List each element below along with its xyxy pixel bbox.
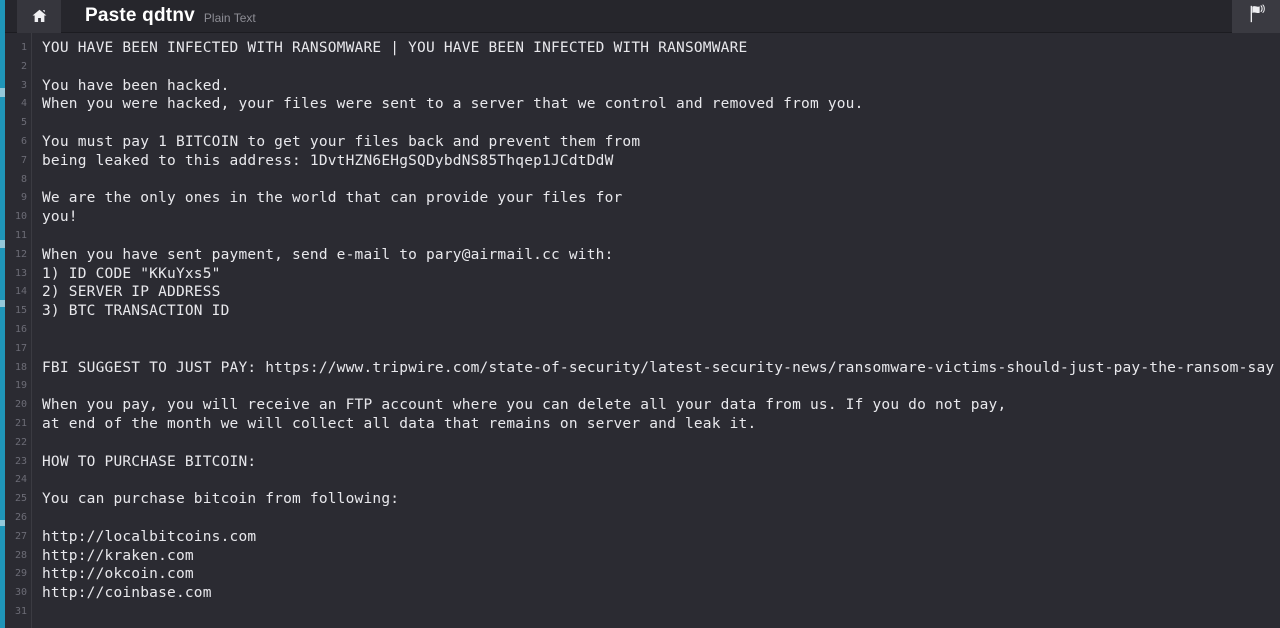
paste-text[interactable]: YOU HAVE BEEN INFECTED WITH RANSOMWARE |… [32,33,1280,628]
line-number: 26 [14,511,27,523]
line-number: 3 [20,79,27,91]
paste-viewer-window: Paste qdtnv Plain Text 1 2 3 4 5 6 7 8 9 10 11 12 13… [0,0,1280,628]
home-icon [31,8,48,24]
left-accent-rail[interactable] [0,0,5,628]
line-number: 7 [20,154,27,166]
code-line: You must pay 1 BITCOIN to get your files… [42,133,641,150]
top-bar: Paste qdtnv Plain Text [0,0,1280,33]
code-line: http://coinbase.com [42,585,212,602]
home-button[interactable] [17,0,61,33]
line-number: 20 [14,399,27,411]
line-number: 2 [20,60,27,72]
line-number: 21 [14,417,27,429]
code-table: 1 2 3 4 5 6 7 8 9 10 11 12 13 14 15 16 17 18 19 20 21 22 23 24 2… [5,33,1280,628]
line-number: 22 [14,436,27,448]
code-line: You have been hacked. [42,77,230,94]
top-bar-actions [1232,0,1280,33]
code-line: FBI SUGGEST TO JUST PAY: https://www.tri… [42,359,1275,376]
line-number: 4 [20,98,27,110]
paste-content-area[interactable]: 1 2 3 4 5 6 7 8 9 10 11 12 13 14 15 16 17 18 19 20 21 22 23 24 2… [5,33,1280,628]
line-number: 5 [20,117,27,129]
line-number: 9 [20,192,27,204]
rail-marker [0,88,5,97]
line-number: 12 [14,248,27,260]
rail-marker [0,520,5,526]
line-number: 29 [14,568,27,580]
page-title: Paste qdtnv [85,5,195,26]
line-number: 30 [14,587,27,599]
code-line: You can purchase bitcoin from following: [42,491,400,508]
code-line: at end of the month we will collect all … [42,415,757,432]
code-line: 1) ID CODE "KKuYxs5" [42,265,221,282]
line-number: 25 [14,493,27,505]
line-number: 27 [14,530,27,542]
rail-marker [0,300,5,307]
code-line: 3) BTC TRANSACTION ID [42,303,230,320]
line-number: 24 [14,474,27,486]
line-number: 15 [14,305,27,317]
line-number-gutter: 1 2 3 4 5 6 7 8 9 10 11 12 13 14 15 16 17 18 19 20 21 22 23 24 2… [5,33,32,628]
line-number: 6 [20,135,27,147]
flag-icon [1246,4,1266,29]
code-line: When you pay, you will receive an FTP ac… [42,397,1007,414]
line-number: 11 [14,229,27,241]
line-number: 8 [20,173,27,185]
code-line: HOW TO PURCHASE BITCOIN: [42,453,257,470]
line-number: 13 [14,267,27,279]
line-number: 14 [14,286,27,298]
line-number: 31 [14,605,27,617]
code-line: you! [42,209,78,226]
code-line: YOU HAVE BEEN INFECTED WITH RANSOMWARE |… [42,40,748,56]
line-number: 18 [14,361,27,373]
line-number: 19 [14,380,27,392]
line-number: 10 [14,211,27,223]
code-line: 2) SERVER IP ADDRESS [42,284,221,301]
paste-format-label: Plain Text [203,11,256,25]
code-line: http://okcoin.com [42,566,194,583]
code-line: being leaked to this address: 1DvtHZN6EH… [42,152,614,169]
report-flag-button[interactable] [1232,0,1280,33]
line-number: 1 [20,42,27,53]
line-number: 17 [14,342,27,354]
code-line: We are the only ones in the world that c… [42,190,623,207]
rail-marker [0,240,5,248]
code-line: When you have sent payment, send e-mail … [42,246,614,263]
line-number: 28 [14,549,27,561]
code-line: When you were hacked, your files were se… [42,96,864,113]
line-number: 23 [14,455,27,467]
code-line: http://localbitcoins.com [42,528,257,545]
line-number: 16 [14,323,27,335]
code-line: http://kraken.com [42,547,194,564]
